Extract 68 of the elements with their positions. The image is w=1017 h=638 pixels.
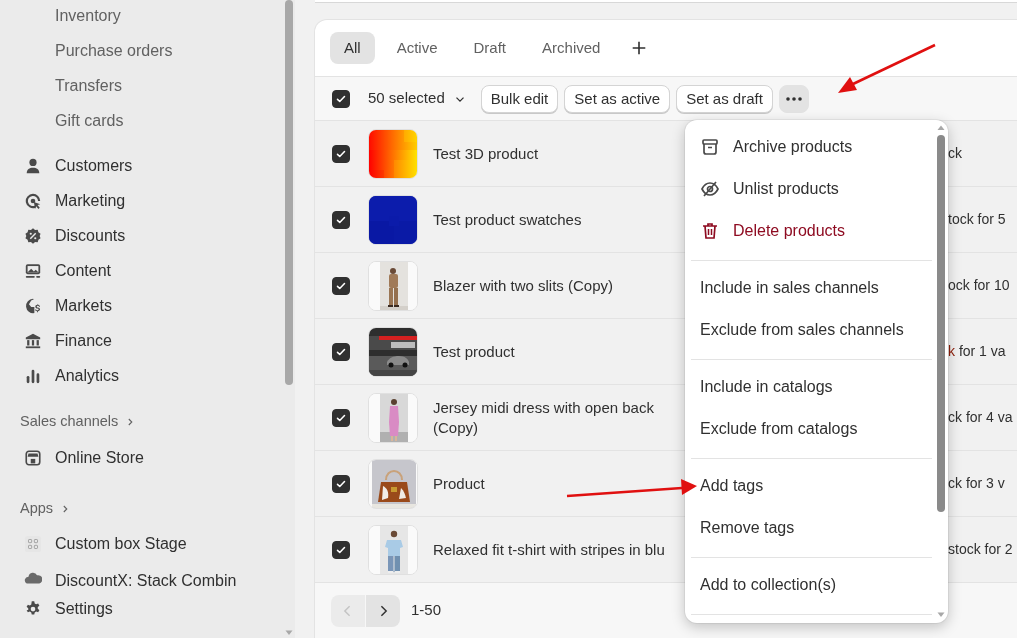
sidebar-subitem[interactable]: Gift cards [0, 103, 124, 138]
inventory-text: ck for 4 va [948, 408, 1013, 427]
filter-tab[interactable]: Archived [528, 32, 615, 64]
sidebar-item[interactable]: Custom box Stage [0, 526, 295, 561]
eye-slash-icon [700, 179, 720, 199]
sidebar-item[interactable]: Analytics [0, 358, 295, 393]
sidebar-item[interactable]: Online Store [0, 440, 295, 475]
globe-icon [24, 296, 42, 315]
checkbox[interactable] [332, 210, 350, 229]
sidebar-item[interactable]: Marketing [0, 183, 295, 218]
sidebar-item[interactable]: Markets [0, 288, 295, 323]
action-button[interactable]: Bulk edit [480, 84, 559, 113]
product-name[interactable]: Jersey midi dress with open back (Copy) [433, 397, 654, 438]
sidebar-item[interactable]: Customers [0, 148, 295, 183]
selection-count[interactable]: 50 selected [368, 87, 445, 110]
filter-tab[interactable]: Draft [459, 32, 521, 64]
inventory-text: tock for 5 [948, 210, 1006, 229]
menu-item[interactable]: Delete products [691, 210, 846, 252]
sidebar-item[interactable]: DiscountX: Stack Combin [0, 561, 295, 587]
menu-item[interactable]: Include in sales channels [691, 267, 879, 309]
filter-tab[interactable]: All [330, 32, 375, 64]
checkbox[interactable] [332, 540, 350, 559]
product-name[interactable]: Product [433, 473, 485, 494]
product-name[interactable]: Blazer with two slits (Copy) [433, 275, 614, 296]
sidebar-item[interactable]: Discounts [0, 218, 295, 253]
product-name[interactable]: Test product [433, 341, 515, 362]
product-name[interactable]: Relaxed fit t-shirt with stripes in blu [433, 539, 665, 560]
checkbox[interactable] [332, 408, 350, 427]
image-icon [24, 261, 42, 280]
checkbox[interactable] [332, 144, 350, 163]
checkbox[interactable] [332, 89, 350, 108]
more-icon [785, 96, 802, 101]
menu-item[interactable]: Add tags [691, 465, 764, 507]
sidebar-subitem[interactable]: Transfers [0, 68, 122, 103]
inventory-text: stock for 2 [948, 540, 1013, 559]
sidebar-subitem[interactable]: Purchase orders [0, 33, 173, 68]
inventory-text: ck [948, 144, 962, 163]
product-name[interactable]: Test product swatches [433, 209, 582, 230]
scroll-up-icon [936, 123, 946, 133]
checkbox[interactable] [332, 342, 350, 361]
checkbox[interactable] [332, 474, 350, 493]
action-button[interactable]: Set as active [564, 84, 671, 113]
target-icon [24, 191, 42, 210]
scrollbar-thumb[interactable] [285, 0, 293, 385]
sidebar-item[interactable]: Settings [0, 588, 280, 630]
section-heading[interactable]: Sales channels [20, 411, 119, 433]
section-heading[interactable]: Apps [20, 498, 54, 520]
inventory-text: k for 1 va [948, 342, 1006, 361]
menu-item[interactable]: Exclude from catalogs [691, 408, 858, 450]
checkbox[interactable] [332, 276, 350, 295]
page-range: 1-50 [411, 600, 442, 621]
sidebar-item[interactable]: Content [0, 253, 295, 288]
scrollbar-thumb[interactable] [937, 135, 945, 512]
product-name[interactable]: Test 3D product [433, 143, 539, 164]
menu-item[interactable]: Archive products [691, 126, 853, 168]
filter-tab[interactable]: Active [382, 32, 452, 64]
sidebar-item[interactable]: Finance [0, 323, 295, 358]
inventory-text: ock for 10 [948, 276, 1010, 295]
sidebar-subitem[interactable]: Inventory [0, 0, 121, 33]
inventory-text: ck for 3 v [948, 474, 1005, 493]
store-icon [24, 448, 42, 467]
person-icon [24, 156, 42, 175]
bank-icon [24, 331, 42, 350]
action-button[interactable]: Set as draft [676, 84, 773, 113]
archive-icon [700, 137, 720, 157]
trash-icon [700, 221, 720, 241]
discount-icon [24, 226, 42, 245]
more-actions-button[interactable] [778, 84, 809, 113]
